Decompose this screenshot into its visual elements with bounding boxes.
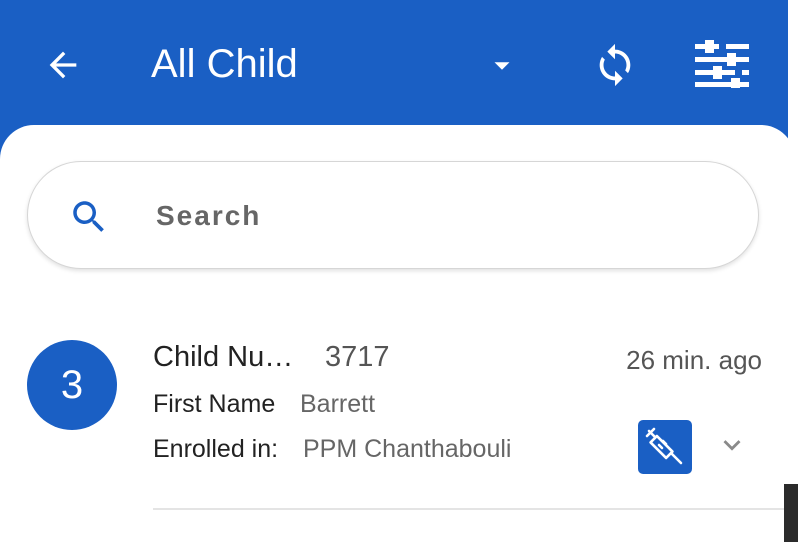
app-bar: All Child <box>0 0 788 132</box>
back-button[interactable] <box>40 42 86 88</box>
first-name-label: First Name <box>153 390 276 418</box>
vaccination-program-badge[interactable] <box>638 420 692 474</box>
content-sheet: 3 Child Number 3717 26 min. ago First Na… <box>0 125 795 542</box>
caret-down-icon <box>494 62 510 70</box>
enrolled-label: Enrolled in: <box>153 435 279 463</box>
program-dropdown-button[interactable] <box>484 48 520 84</box>
page-title: All Child <box>151 42 298 86</box>
sync-button[interactable] <box>590 40 640 90</box>
search-input[interactable] <box>154 186 718 246</box>
syringe-icon <box>645 427 683 465</box>
list-item[interactable]: 3 Child Number 3717 26 min. ago First Na… <box>0 325 795 511</box>
search-bar[interactable] <box>27 161 759 269</box>
child-number-value: 3717 <box>325 341 390 373</box>
filter-button[interactable] <box>690 38 754 90</box>
expand-button[interactable] <box>712 425 752 465</box>
child-number-label: Child Number <box>153 341 298 373</box>
sync-icon <box>599 43 631 87</box>
arrow-left-icon <box>49 51 77 79</box>
window-corner <box>784 484 798 542</box>
divider <box>153 508 795 510</box>
app-screen: All Child Search 3 Child Num 3717 26 min… <box>0 0 798 542</box>
last-updated-time: 26 min. ago <box>626 345 762 375</box>
first-name-value: Barrett <box>300 390 376 418</box>
chevron-down-icon <box>723 440 741 451</box>
enrolled-value: PPM Chanthabouli <box>303 435 512 463</box>
avatar: 3 <box>27 340 117 430</box>
search-icon <box>73 201 104 232</box>
filter-sliders-icon <box>695 40 749 88</box>
